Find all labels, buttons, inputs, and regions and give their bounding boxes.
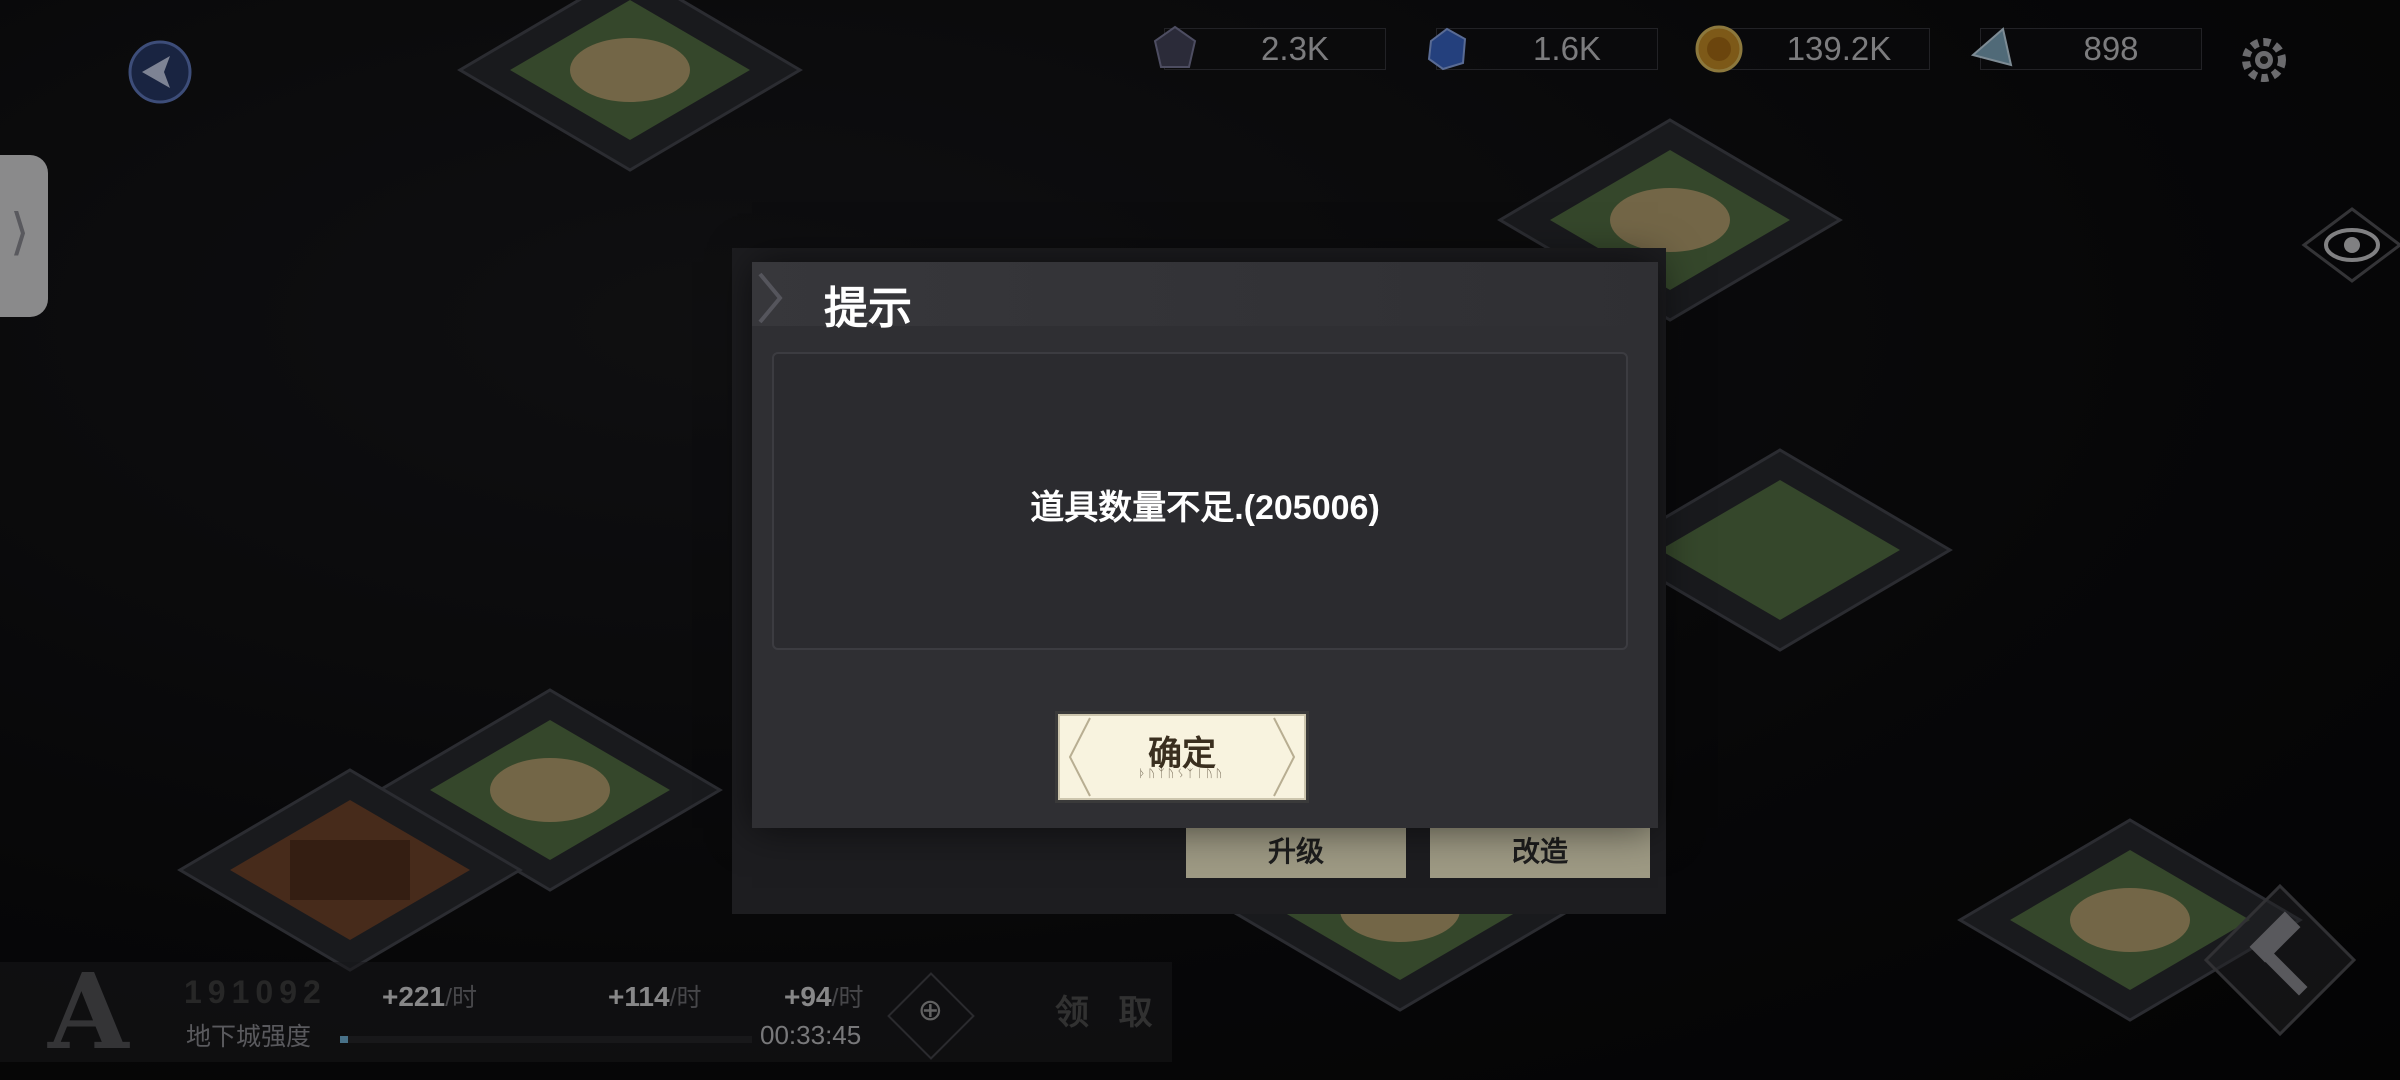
dialog-message: 道具数量不足.(205006)	[1030, 489, 1380, 527]
header-chevron-icon	[758, 272, 783, 324]
notice-dialog: 提示 道具数量不足.(205006) 确定 ᚦᚢᛉᚢᛊᛉᛁᚢᚢ	[752, 262, 1658, 828]
dialog-header: 提示	[752, 262, 1658, 334]
confirm-button-runes: ᚦᚢᛉᚢᛊᛉᛁᚢᚢ	[1138, 768, 1226, 780]
remodel-button[interactable]: 改造	[1430, 826, 1650, 878]
upgrade-button[interactable]: 升级	[1186, 826, 1406, 878]
confirm-button[interactable]: 确定 ᚦᚢᛉᚢᛊᛉᛁᚢᚢ	[1058, 714, 1306, 800]
dialog-title: 提示	[824, 283, 912, 334]
